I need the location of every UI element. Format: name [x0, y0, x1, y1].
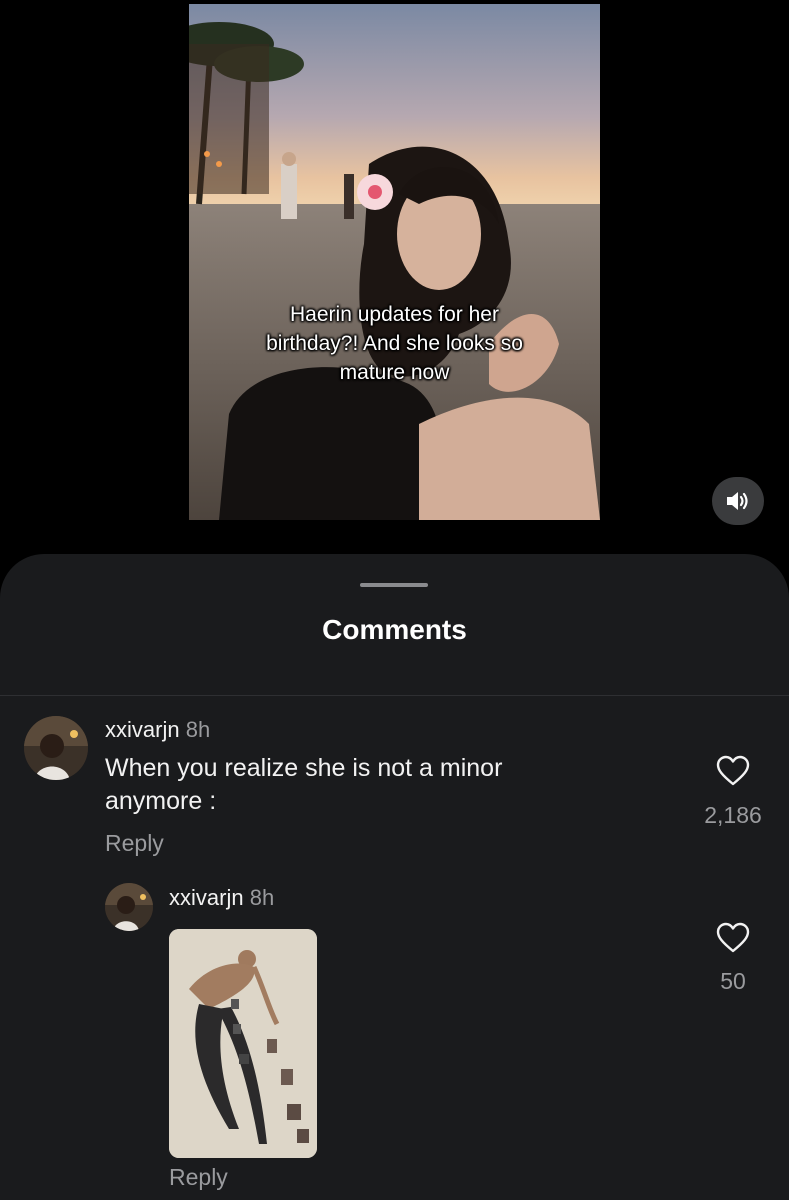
caption-line-2: birthday?! And she looks so — [266, 332, 523, 355]
comment-username[interactable]: xxivarjn 8h — [105, 717, 210, 743]
video-player[interactable]: Haerin updates for her birthday?! And sh… — [189, 4, 600, 520]
avatar[interactable] — [105, 883, 153, 931]
avatar[interactable] — [24, 716, 88, 780]
sheet-drag-handle[interactable] — [360, 583, 428, 587]
like-count: 50 — [720, 968, 746, 994]
sheet-title: Comments — [322, 614, 467, 645]
avatar-image — [105, 883, 153, 931]
caption-line-1: Haerin updates for her — [290, 303, 499, 326]
like-count: 2,186 — [704, 802, 762, 828]
comment-username[interactable]: xxivarjn 8h — [169, 885, 274, 911]
comment-text: When you realize she is not a minor anym… — [105, 752, 502, 818]
comment-line-2: anymore : — [105, 787, 217, 815]
heart-icon[interactable] — [716, 755, 750, 787]
reply-button[interactable]: Reply — [169, 1164, 228, 1191]
comment-line-1: When you realize she is not a minor — [105, 754, 503, 782]
username-text[interactable]: xxivarjn — [169, 885, 244, 910]
divider — [0, 695, 789, 696]
comments-sheet: Comments — [0, 554, 789, 1200]
video-caption: Haerin updates for her birthday?! And sh… — [189, 300, 600, 387]
username-text[interactable]: xxivarjn — [105, 717, 180, 742]
caption-line-3: mature now — [339, 361, 450, 384]
comment-timestamp: 8h — [185, 717, 211, 742]
comment-sticker-image[interactable] — [169, 929, 317, 1158]
reply-button[interactable]: Reply — [105, 830, 164, 857]
sound-toggle-button[interactable] — [712, 477, 764, 525]
heart-icon[interactable] — [716, 922, 750, 954]
comment-timestamp: 8h — [249, 885, 275, 910]
sticker-figure-image — [169, 929, 317, 1158]
screen: Haerin updates for her birthday?! And sh… — [0, 0, 789, 1200]
avatar-image — [24, 716, 88, 780]
speaker-icon — [727, 492, 748, 510]
video-frame-image — [189, 4, 600, 520]
